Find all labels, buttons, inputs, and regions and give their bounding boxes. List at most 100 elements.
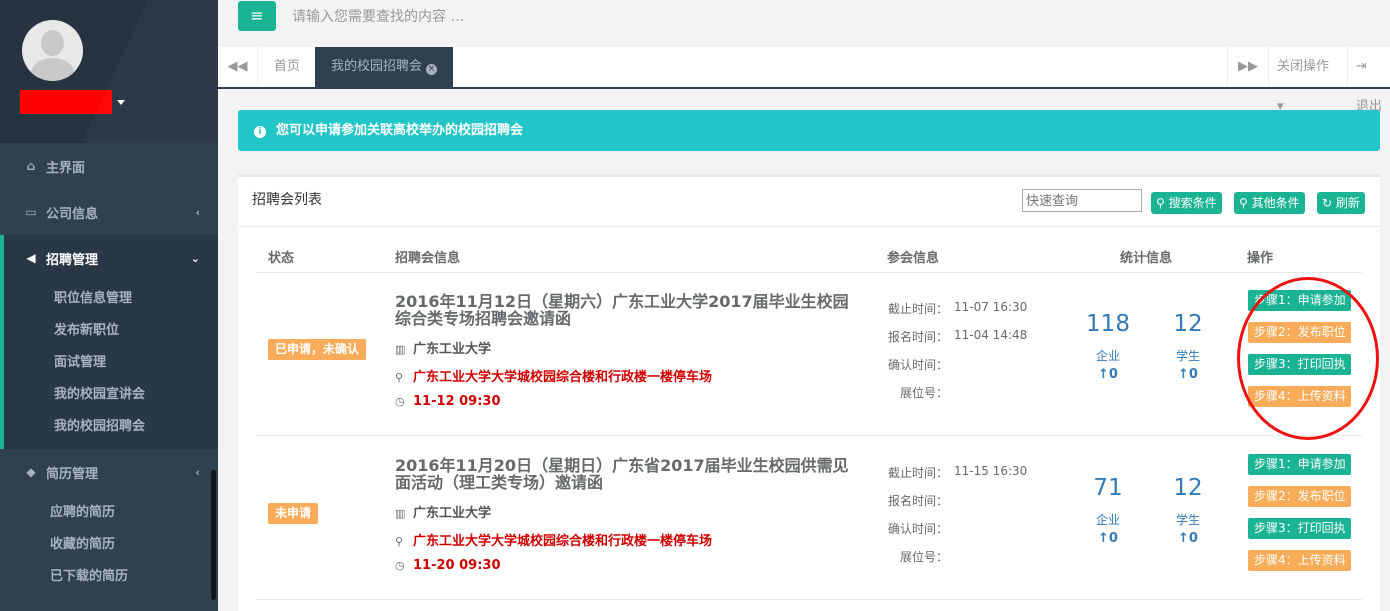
caret-down-icon[interactable] [117, 100, 125, 105]
confirm-label: 确认时间： [888, 522, 949, 536]
fair-location: ⚲ 广东工业大学大学城校园综合楼和行政楼一楼停车场 [395, 534, 713, 549]
fair-list-panel: 招聘会列表 ⚲ 搜索条件 ⚲ 其他条件 ↻ 刷新 状态 招聘会信息 参会信息 统… [238, 174, 1380, 611]
search-conditions-button[interactable]: ⚲ 搜索条件 [1151, 192, 1222, 214]
profile-header [0, 0, 218, 143]
company-label: 企业 [1095, 513, 1120, 527]
chevron-left-icon: ‹ [195, 465, 200, 479]
divider [256, 435, 1362, 436]
header-stats: 统计信息 [1120, 251, 1173, 266]
step2-publish-button[interactable]: 步骤2：发布职位 [1248, 486, 1351, 507]
student-increase: ↑0 [1178, 531, 1198, 546]
step4-upload-button[interactable]: 步骤4：上传资料 [1248, 550, 1351, 571]
chevron-left-icon: ‹ [195, 205, 200, 219]
clock-icon: ◷ [395, 395, 405, 408]
tab-home[interactable]: 首页 [258, 47, 316, 87]
deadline-value: 11-15 16:30 [954, 464, 1028, 478]
info-icon: i [254, 126, 266, 138]
company-label: 企业 [1095, 349, 1120, 363]
signup-label: 报名时间： [888, 330, 949, 344]
company-increase: ↑0 [1098, 367, 1118, 382]
logout-button[interactable]: ⇥ 退出 [1347, 47, 1390, 114]
search-icon: ⚲ [1239, 196, 1248, 210]
header-operations: 操作 [1247, 251, 1274, 266]
highlight-circle [1237, 277, 1379, 440]
divider [256, 599, 1362, 600]
fair-title[interactable]: 2016年11月20日（星期日）广东省2017届毕业生校园供需见面活动（理工类专… [395, 457, 855, 491]
refresh-button[interactable]: ↻ 刷新 [1317, 192, 1365, 214]
map-marker-icon: ⚲ [395, 371, 404, 384]
booth-label: 展位号： [900, 386, 949, 400]
step1-apply-button[interactable]: 步骤1：申请参加 [1248, 454, 1351, 475]
arrow-up-icon: ↑ [1098, 367, 1109, 382]
resume-submenu: 应聘的简历 收藏的简历 已下载的简历 [0, 495, 218, 595]
sidebar-subitem-talks[interactable]: 我的校园宣讲会 [4, 379, 218, 411]
tabs-bar: ◀◀ 首页 我的校园招聘会 × ▶▶ 关闭操作 ▾ ⇥ 退出 [218, 47, 1390, 114]
sidebar-subitem-jobs[interactable]: 职位信息管理 [4, 283, 218, 315]
sidebar-subitem-fairs[interactable]: 我的校园招聘会 [4, 411, 218, 443]
redacted-username[interactable] [20, 90, 112, 114]
close-operations-dropdown[interactable]: 关闭操作 ▾ [1268, 47, 1347, 114]
tabs-scroll-right-button[interactable]: ▶▶ [1227, 47, 1268, 87]
topbar: ≡ 请输入您需要查找的内容 … [218, 0, 1390, 47]
fair-school: ▥ 广东工业大学 [395, 342, 492, 357]
map-marker-icon: ⚲ [395, 535, 404, 548]
arrow-up-icon: ↑ [1178, 367, 1189, 382]
booth-label: 展位号： [900, 550, 949, 564]
panel-title: 招聘会列表 [252, 192, 322, 208]
student-label: 学生 [1175, 349, 1200, 363]
sidebar-subitem-saved[interactable]: 收藏的简历 [0, 529, 218, 561]
fair-school: ▥ 广东工业大学 [395, 506, 492, 521]
clock-icon: ◷ [395, 559, 405, 572]
tags-icon: ◆ [26, 465, 36, 479]
search-input[interactable]: 请输入您需要查找的内容 … [292, 0, 464, 34]
university-icon: ▥ [395, 343, 406, 356]
signup-label: 报名时间： [888, 494, 949, 508]
deadline-label: 截止时间： [888, 466, 949, 480]
arrow-up-icon: ↑ [1098, 531, 1109, 546]
confirm-label: 确认时间： [888, 358, 949, 372]
sidebar-scrollbar[interactable] [211, 470, 216, 600]
bullhorn-icon: ◀ [26, 251, 36, 265]
sidebar-subitem-interview[interactable]: 面试管理 [4, 347, 218, 379]
fair-time: ◷ 11-12 09:30 [395, 394, 501, 409]
sidebar-item-company[interactable]: ▭ 公司信息 ‹ [0, 189, 218, 235]
avatar[interactable] [22, 20, 83, 81]
company-increase: ↑0 [1098, 531, 1118, 546]
student-increase: ↑0 [1178, 367, 1198, 382]
status-badge: 未申请 [268, 503, 319, 524]
fair-time: ◷ 11-20 09:30 [395, 558, 501, 573]
sidebar-subitem-applied[interactable]: 应聘的简历 [0, 497, 218, 529]
company-count: 118 [1086, 311, 1130, 337]
fair-location: ⚲ 广东工业大学大学城校园综合楼和行政楼一楼停车场 [395, 370, 713, 385]
home-icon: ⌂ [26, 159, 36, 173]
chevron-down-icon: ⌄ [190, 251, 200, 265]
divider [238, 226, 1380, 227]
arrow-up-icon: ↑ [1178, 531, 1189, 546]
header-attend-info: 参会信息 [887, 251, 940, 266]
tab-campus-fair[interactable]: 我的校园招聘会 × [315, 47, 454, 87]
close-icon[interactable]: × [426, 64, 438, 75]
university-icon: ▥ [395, 507, 406, 520]
sidebar-item-recruit[interactable]: ◀ 招聘管理 ⌄ [0, 235, 218, 281]
student-count: 12 [1173, 475, 1203, 501]
other-conditions-button[interactable]: ⚲ 其他条件 [1234, 192, 1305, 214]
sidebar-item-resume[interactable]: ◆ 简历管理 ‹ [0, 449, 218, 495]
info-alert: i 您可以申请参加关联高校举办的校园招聘会 [238, 110, 1380, 151]
deadline-value: 11-07 16:30 [954, 300, 1028, 314]
sidebar-subitem-new-job[interactable]: 发布新职位 [4, 315, 218, 347]
status-badge: 已申请，未确认 [268, 339, 367, 360]
step3-print-button[interactable]: 步骤3：打印回执 [1248, 518, 1351, 539]
sidebar: ⌂ 主界面 ▭ 公司信息 ‹ ◀ 招聘管理 ⌄ 职位信息管理 发布新职位 面试管… [0, 0, 218, 611]
sidebar-subitem-downloaded[interactable]: 已下载的简历 [0, 561, 218, 593]
tabs-scroll-left-button[interactable]: ◀◀ [218, 47, 258, 87]
sign-out-icon: ⇥ [1356, 59, 1367, 74]
header-fair-info: 招聘会信息 [395, 251, 461, 266]
recruit-submenu: 职位信息管理 发布新职位 面试管理 我的校园宣讲会 我的校园招聘会 [0, 281, 218, 449]
company-count: 71 [1093, 475, 1123, 501]
search-icon: ⚲ [1156, 196, 1165, 210]
desktop-icon: ▭ [25, 205, 37, 219]
menu-toggle-button[interactable]: ≡ [238, 1, 276, 31]
quick-search-input[interactable] [1022, 189, 1142, 212]
fair-title[interactable]: 2016年11月12日（星期六）广东工业大学2017届毕业生校园综合类专场招聘会… [395, 293, 855, 327]
sidebar-item-home[interactable]: ⌂ 主界面 [0, 143, 218, 189]
